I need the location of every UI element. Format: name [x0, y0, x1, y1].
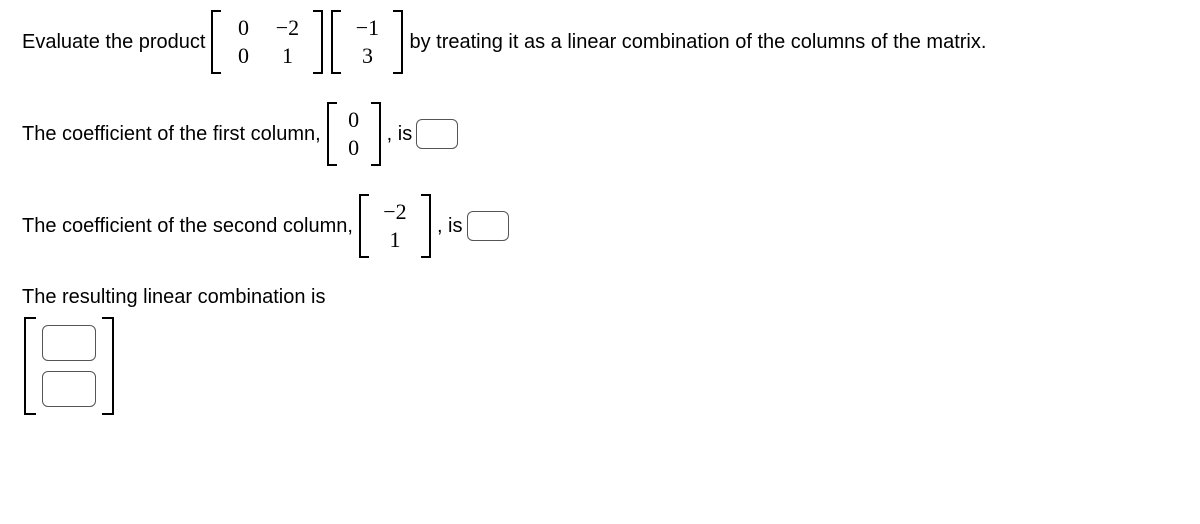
part2-prefix: The coefficient of the second column, [20, 215, 355, 238]
matrix-A-cell: 0 [223, 42, 263, 70]
result-vector-row [20, 317, 1180, 415]
part1-line: The coefficient of the first column, 0 0… [20, 102, 1180, 166]
vector-B-cell: 3 [343, 42, 391, 70]
second-column-cell: −2 [371, 198, 419, 226]
result-vector [24, 317, 114, 415]
coefficient-1-input[interactable] [416, 119, 458, 149]
part1-prefix: The coefficient of the first column, [20, 123, 323, 146]
vector-B-cell: −1 [343, 14, 391, 42]
matrix-A-cell: 1 [263, 42, 311, 70]
matrix-A-cell: −2 [263, 14, 311, 42]
part3-line: The resulting linear combination is [20, 286, 1180, 309]
problem-prefix: Evaluate the product [20, 31, 207, 54]
result-entry-2-input[interactable] [42, 371, 96, 407]
coefficient-2-input[interactable] [467, 211, 509, 241]
second-column-vector: −2 1 [359, 194, 431, 258]
first-column-vector: 0 0 [327, 102, 381, 166]
matrix-A: 0 −2 0 1 [211, 10, 323, 74]
part2-mid: , is [435, 215, 465, 238]
first-column-cell: 0 [339, 134, 369, 162]
vector-B: −1 3 [331, 10, 403, 74]
part2-line: The coefficient of the second column, −2… [20, 194, 1180, 258]
part3-text: The resulting linear combination is [20, 286, 328, 309]
problem-statement: Evaluate the product 0 −2 0 1 −1 3 by tr… [20, 10, 1180, 74]
second-column-cell: 1 [371, 226, 419, 254]
first-column-cell: 0 [339, 106, 369, 134]
result-entry-1-input[interactable] [42, 325, 96, 361]
matrix-A-cell: 0 [223, 14, 263, 42]
part1-mid: , is [385, 123, 415, 146]
problem-suffix: by treating it as a linear combination o… [407, 31, 988, 54]
